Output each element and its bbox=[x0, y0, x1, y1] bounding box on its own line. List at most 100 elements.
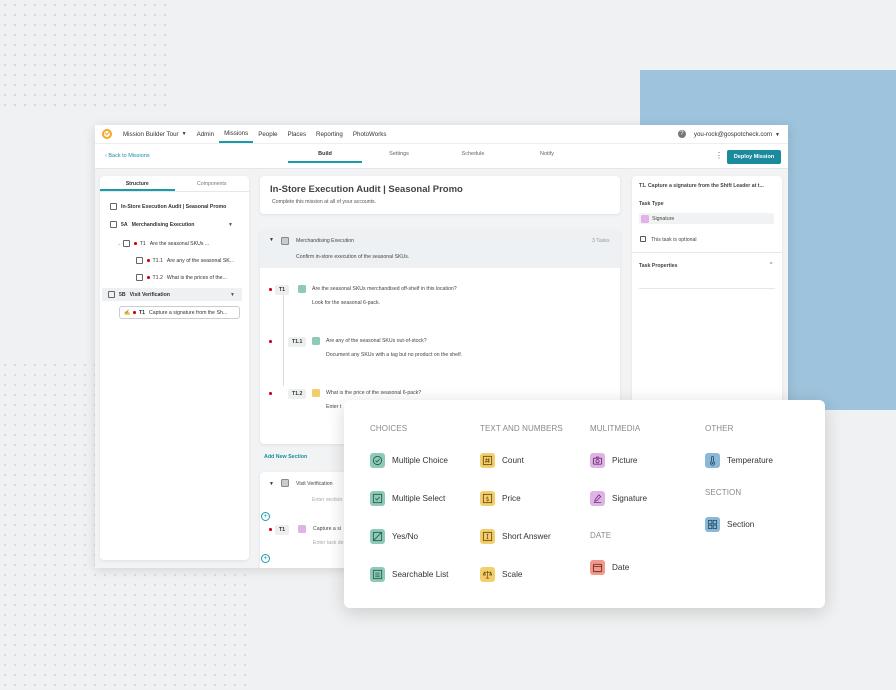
section-description[interactable]: Confirm in-store execution of the season… bbox=[296, 254, 409, 260]
tab-structure[interactable]: Structure bbox=[100, 176, 175, 191]
task-description-input[interactable]: Enter task de bbox=[313, 540, 344, 546]
tree-id: T1 bbox=[138, 309, 146, 316]
optional-label: This task is optional bbox=[651, 237, 697, 243]
tab-components[interactable]: Components bbox=[175, 176, 250, 191]
tour-label: Mission Builder Tour bbox=[123, 130, 179, 138]
tree-task-t11[interactable]: T1.1 Are any of the seasonal SK... bbox=[136, 254, 234, 267]
optional-checkbox[interactable] bbox=[640, 236, 646, 242]
task-properties-header[interactable]: Task Properties bbox=[639, 263, 678, 269]
tab-build[interactable]: Build bbox=[288, 144, 362, 163]
user-menu[interactable]: you-rock@gospotcheck.com ▼ bbox=[694, 131, 780, 138]
add-task-icon[interactable]: + bbox=[261, 512, 270, 521]
tree-id: 5B bbox=[119, 291, 126, 298]
section-icon bbox=[281, 479, 289, 487]
category-heading: DATE bbox=[590, 531, 612, 540]
tab-settings[interactable]: Settings bbox=[362, 144, 436, 170]
task-badge: T1.1 bbox=[288, 337, 307, 347]
chevron-down-icon: ▼ bbox=[228, 221, 233, 228]
checkbox-icon bbox=[136, 257, 143, 264]
multiple-select-icon bbox=[312, 337, 320, 345]
mission-description[interactable]: Complete this mission at all of your acc… bbox=[272, 199, 376, 205]
component-label: Temperature bbox=[727, 456, 773, 465]
divider bbox=[632, 252, 782, 253]
task-question[interactable]: Are the seasonal SKUs merchandised off-s… bbox=[312, 286, 457, 292]
nav-reporting[interactable]: Reporting bbox=[311, 125, 348, 143]
tree-label: Are any of the seasonal SK... bbox=[166, 257, 235, 264]
component-multiple-select[interactable]: Multiple Select bbox=[370, 491, 445, 506]
component-searchable-list[interactable]: Searchable List bbox=[370, 567, 448, 582]
price-icon bbox=[136, 274, 143, 281]
signature-icon bbox=[590, 491, 605, 506]
chevron-up-icon[interactable]: ^ bbox=[770, 262, 772, 268]
structure-panel: Structure Components In-Store Execution … bbox=[100, 176, 249, 560]
component-scale[interactable]: Scale bbox=[480, 567, 522, 582]
required-dot bbox=[133, 311, 136, 314]
back-link[interactable]: ‹ Back to Missions bbox=[105, 153, 150, 159]
component-picture[interactable]: Picture bbox=[590, 453, 637, 468]
tour-menu[interactable]: Mission Builder Tour ▼ bbox=[118, 125, 192, 143]
section-icon bbox=[705, 517, 720, 532]
task-question[interactable]: Are any of the seasonal SKUs out-of-stoc… bbox=[326, 338, 427, 344]
tree-mission-root[interactable]: In-Store Execution Audit | Seasonal Prom… bbox=[110, 200, 226, 213]
tree-task-t1[interactable]: – T1 Are the seasonal SKUs ... bbox=[118, 237, 209, 250]
mission-title[interactable]: In-Store Execution Audit | Seasonal Prom… bbox=[270, 184, 463, 195]
mission-header-card: In-Store Execution Audit | Seasonal Prom… bbox=[260, 176, 620, 214]
required-dot bbox=[147, 259, 150, 262]
nav-missions[interactable]: Missions bbox=[219, 125, 254, 143]
add-new-section-link[interactable]: Add New Section bbox=[264, 454, 307, 460]
component-section[interactable]: Section bbox=[705, 517, 754, 532]
components-popover: CHOICES TEXT AND NUMBERS MULITMEDIA OTHE… bbox=[344, 400, 825, 608]
tree-task-t12[interactable]: T1.2 What is the prices of the... bbox=[136, 271, 227, 284]
component-date[interactable]: Date bbox=[590, 560, 629, 575]
task-question[interactable]: Capture a si bbox=[313, 526, 341, 532]
component-label: Picture bbox=[612, 456, 638, 465]
component-count[interactable]: Count bbox=[480, 453, 524, 468]
tab-schedule[interactable]: Schedule bbox=[436, 144, 510, 170]
section-name[interactable]: Visit Verification bbox=[296, 481, 333, 487]
deploy-mission-button[interactable]: Deploy Mission bbox=[727, 150, 781, 164]
component-signature[interactable]: Signature bbox=[590, 491, 647, 506]
nav-photoworks[interactable]: PhotoWorks bbox=[348, 125, 392, 143]
task-badge: T1 bbox=[275, 525, 290, 535]
nav-admin[interactable]: Admin bbox=[192, 125, 220, 143]
price-icon bbox=[312, 389, 320, 397]
section-name[interactable]: Merchandising Execution bbox=[296, 238, 354, 244]
calendar-icon bbox=[590, 560, 605, 575]
task-description[interactable]: Look for the seasonal 6-pack. bbox=[312, 300, 380, 306]
tree-task-sb-t1[interactable]: ✍ T1 Capture a signature from the Sh... bbox=[119, 306, 240, 319]
component-temperature[interactable]: Temperature bbox=[705, 453, 773, 468]
collapse-icon[interactable]: ▼ bbox=[269, 237, 274, 243]
tree-label: Are the seasonal SKUs ... bbox=[149, 240, 210, 247]
component-label: Price bbox=[502, 494, 521, 503]
component-yes-no[interactable]: Yes/No bbox=[370, 529, 418, 544]
multiple-select-icon bbox=[298, 285, 306, 293]
add-task-icon[interactable]: + bbox=[261, 554, 270, 563]
task-type-field[interactable]: Signature bbox=[639, 213, 774, 224]
component-label: Count bbox=[502, 456, 524, 465]
signature-icon: ✍ bbox=[124, 309, 131, 316]
tree-id: T1.2 bbox=[152, 274, 163, 281]
nav-places[interactable]: Places bbox=[282, 125, 311, 143]
collapse-icon[interactable]: ▼ bbox=[269, 481, 274, 487]
tree-label: Capture a signature from the Sh... bbox=[149, 309, 228, 316]
tree-id: T1.1 bbox=[152, 257, 163, 264]
nav-people[interactable]: People bbox=[253, 125, 282, 143]
task-question[interactable]: What is the price of the seasonal 6-pack… bbox=[326, 390, 421, 396]
component-price[interactable]: $ Price bbox=[480, 491, 521, 506]
more-options-icon[interactable]: ⋮ bbox=[715, 151, 723, 160]
tree-section-b[interactable]: 5B Visit Verification ▼ bbox=[102, 288, 242, 301]
task-description[interactable]: Enter t bbox=[326, 404, 341, 410]
list-icon bbox=[370, 567, 385, 582]
component-short-answer[interactable]: Short Answer bbox=[480, 529, 551, 544]
category-heading: OTHER bbox=[705, 424, 734, 433]
component-multiple-choice[interactable]: Multiple Choice bbox=[370, 453, 448, 468]
tree-line bbox=[283, 286, 284, 386]
tree-label: What is the prices of the... bbox=[166, 274, 227, 281]
help-icon[interactable]: ? bbox=[677, 130, 686, 138]
tree-section-a[interactable]: 5A Merchandising Execution ▼ bbox=[110, 218, 240, 231]
tab-notify[interactable]: Notify bbox=[510, 144, 584, 170]
task-badge: T1.2 bbox=[288, 389, 307, 399]
category-heading: CHOICES bbox=[370, 424, 408, 433]
task-description[interactable]: Document any SKUs with a tag but no prod… bbox=[326, 352, 462, 358]
component-label: Multiple Select bbox=[392, 494, 446, 503]
